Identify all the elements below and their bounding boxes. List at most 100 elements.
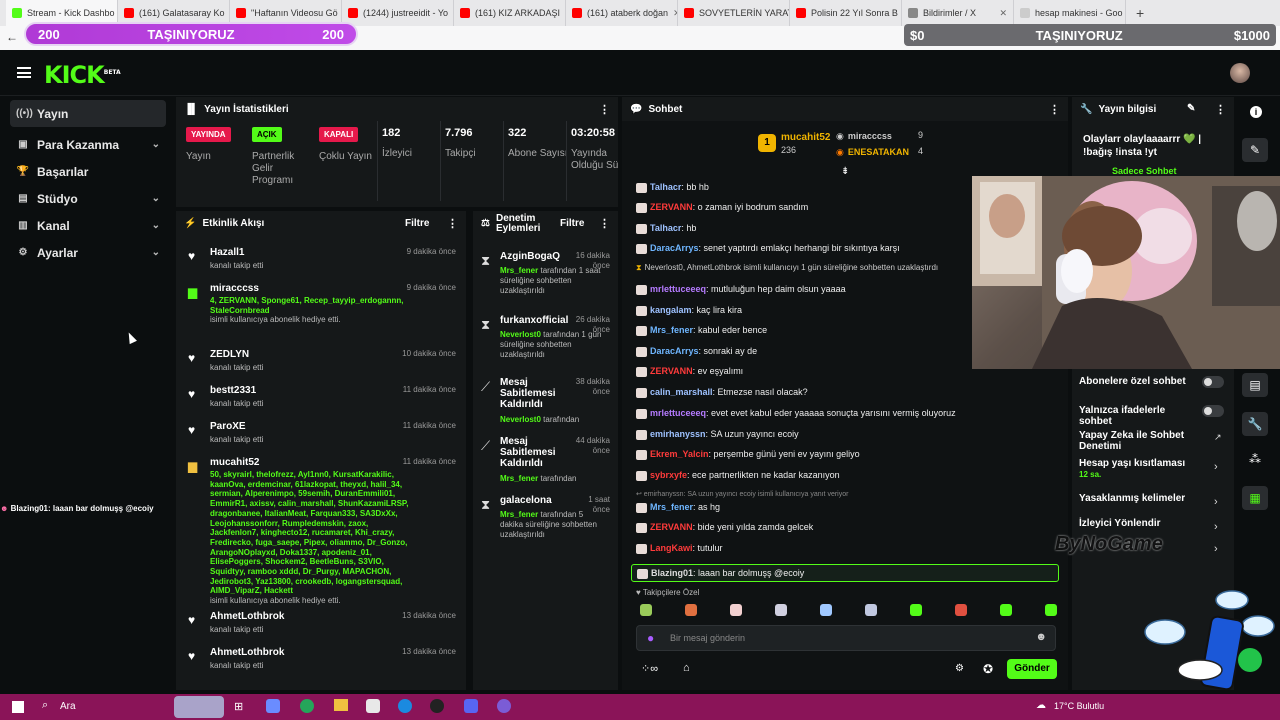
activity-filter-button[interactable]: Filtre — [405, 218, 429, 229]
sidebar-item-yayın[interactable]: ((•)) Yayın — [10, 100, 166, 127]
tools-button[interactable]: 🔧 — [1242, 412, 1268, 436]
browser-tab[interactable]: hesap makinesi - Goo✕ — [1014, 0, 1126, 26]
chat-username[interactable]: Mrs_fener — [650, 502, 693, 512]
close-tab-icon[interactable]: ✕ — [999, 8, 1007, 19]
chat-input[interactable]: ● Bir mesaj gönderin ☻ — [636, 625, 1056, 651]
store-icon[interactable] — [366, 699, 380, 713]
calculator-button[interactable]: ▦ — [1242, 486, 1268, 510]
obs-icon[interactable] — [430, 699, 444, 713]
chevron-right-icon[interactable]: › — [1214, 543, 1218, 555]
layout-button[interactable]: ▤ — [1242, 373, 1268, 397]
kebab-menu-icon[interactable]: ⋮ — [1215, 103, 1226, 116]
task-view-icon[interactable]: ⊞ — [234, 700, 243, 713]
event-username[interactable]: ParoXE — [210, 421, 246, 432]
chevron-down-icon[interactable]: ⌄ — [152, 247, 160, 258]
event-username[interactable]: AhmetLothbrok — [210, 647, 284, 658]
emote-icon[interactable] — [955, 604, 967, 616]
browser-tab[interactable]: Bildirimler / X ✕ — [902, 0, 1014, 26]
leader-name[interactable]: mucahit52 — [781, 132, 830, 143]
share-icon[interactable]: ⁂ — [1249, 452, 1261, 466]
copilot-icon[interactable] — [266, 699, 280, 713]
user-avatar[interactable] — [1230, 63, 1250, 83]
chat-setting-row[interactable]: Yalnızca ifadelerle sohbet — [1079, 405, 1199, 427]
chat-username[interactable]: kangalam — [650, 305, 692, 315]
chat-username[interactable]: LangKawi — [650, 543, 693, 553]
chrome-icon[interactable] — [300, 699, 314, 713]
badge-icon[interactable]: ✪ — [983, 662, 993, 676]
emoji-icon[interactable]: ☻ — [1035, 631, 1047, 643]
event-username[interactable]: Hazall1 — [210, 247, 244, 258]
chat-username[interactable]: ZERVANN — [650, 202, 693, 212]
chat-username[interactable]: Talhacr — [650, 182, 681, 192]
scroll-down-icon[interactable]: ⇟ — [841, 166, 849, 177]
emote-icon[interactable] — [775, 604, 787, 616]
sidebar-item-başarılar[interactable]: 🏆 Başarılar — [0, 158, 172, 185]
chevron-down-icon[interactable]: ⌄ — [152, 220, 160, 231]
chat-username[interactable]: sybrxyfe — [650, 470, 687, 480]
chat-username[interactable]: emirhanyssn — [650, 429, 706, 439]
edit-stream-button[interactable]: ✎ — [1242, 138, 1268, 162]
back-icon[interactable]: ← — [6, 30, 18, 44]
browser-tab[interactable]: SOVYETLERİN YARAT✕ — [678, 0, 790, 26]
external-link-icon[interactable]: ↗ — [1214, 432, 1222, 443]
chat-username[interactable]: Mrs_fener — [650, 325, 693, 335]
kick-logo[interactable]: KICKBETA — [44, 61, 121, 89]
chevron-right-icon[interactable]: › — [1214, 496, 1218, 508]
emote-icon[interactable] — [910, 604, 922, 616]
search-icon[interactable]: ⌕ — [42, 699, 48, 712]
chat-username[interactable]: ZERVANN — [650, 522, 693, 532]
emote-icon[interactable] — [730, 604, 742, 616]
chat-username[interactable]: Talhacr — [650, 223, 681, 233]
browser-tab[interactable]: (1244) justreeidit - Yo✕ — [342, 0, 454, 26]
chat-setting-row[interactable]: Abonelere özel sohbet — [1079, 376, 1199, 387]
edge-icon[interactable] — [398, 699, 412, 713]
emote-icon[interactable] — [685, 604, 697, 616]
chat-setting-row[interactable]: Yasaklanmış kelimeler — [1079, 493, 1199, 504]
settings-icon[interactable]: ⚙ — [955, 663, 964, 674]
discord-icon[interactable] — [464, 699, 478, 713]
chat-username[interactable]: calin_marshall — [650, 387, 713, 397]
menu-icon[interactable] — [17, 67, 31, 78]
kebab-menu-icon[interactable]: ⋮ — [599, 219, 610, 230]
chat-username[interactable]: mrlettuceeeq — [650, 284, 706, 294]
chat-username[interactable]: DaracArrys — [650, 346, 699, 356]
chat-setting-row[interactable]: İzleyici Yönlendir — [1079, 518, 1199, 529]
chat-username[interactable]: DaracArrys — [650, 243, 699, 253]
emote-icon[interactable] — [1000, 604, 1012, 616]
chevron-right-icon[interactable]: › — [1214, 521, 1218, 533]
sidebar-item-ayarlar[interactable]: ⚙ Ayarlar ⌄ — [0, 239, 172, 266]
leader-name[interactable]: ENESATAKAN — [848, 147, 909, 157]
setting-toggle[interactable] — [1202, 405, 1224, 417]
browser-tab[interactable]: Polisin 22 Yıl Sonra B✕ — [790, 0, 902, 26]
new-tab-button[interactable]: + — [1136, 5, 1144, 21]
chevron-down-icon[interactable]: ⌄ — [152, 193, 160, 204]
emote-icon[interactable] — [865, 604, 877, 616]
setting-toggle[interactable] — [1202, 376, 1224, 388]
edit-icon[interactable]: ✎ — [1187, 103, 1195, 114]
file-explorer-icon[interactable] — [334, 699, 348, 711]
emote-icon[interactable] — [1045, 604, 1057, 616]
browser-tab[interactable]: (161) ataberk doğan✕ — [566, 0, 678, 26]
kebab-menu-icon[interactable]: ⋮ — [1049, 103, 1060, 116]
event-username[interactable]: bestt2331 — [210, 385, 256, 396]
chat-setting-row[interactable]: Yapay Zeka ile Sohbet Denetimi — [1079, 430, 1199, 452]
send-button[interactable]: Gönder — [1007, 659, 1057, 679]
kebab-menu-icon[interactable]: ⋮ — [599, 103, 610, 116]
sidebar-item-para-kazanma[interactable]: ▣ Para Kazanma ⌄ — [0, 131, 172, 158]
moderation-filter-button[interactable]: Filtre — [560, 219, 584, 229]
chat-username[interactable]: Ekrem_Yalcin — [650, 449, 709, 459]
chat-username[interactable]: ZERVANN — [650, 366, 693, 376]
event-username[interactable]: AhmetLothbrok — [210, 611, 284, 622]
chevron-right-icon[interactable]: › — [1214, 461, 1218, 473]
chat-setting-row[interactable]: Hesap yaşı kısıtlaması 12 sa. — [1079, 458, 1199, 480]
browser-tab[interactable]: (161) KIZ ARKADAŞI✕ — [454, 0, 566, 26]
sidebar-item-stüdyo[interactable]: ▤ Stüdyo ⌄ — [0, 185, 172, 212]
chat-username[interactable]: mrlettuceeeq — [650, 408, 706, 418]
infinity-icon[interactable]: ⁘∞ — [641, 662, 658, 675]
event-username[interactable]: miracccss — [210, 283, 259, 294]
chat-username[interactable]: Blazing01 — [651, 568, 693, 578]
chevron-down-icon[interactable]: ⌄ — [152, 139, 160, 150]
event-username[interactable]: ZEDLYN — [210, 349, 249, 360]
weather-text[interactable]: 17°C Bulutlu — [1054, 701, 1104, 711]
leader-name[interactable]: miracccss — [848, 131, 892, 141]
